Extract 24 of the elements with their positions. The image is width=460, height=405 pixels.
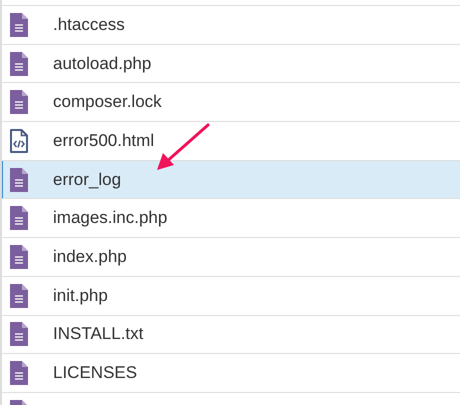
file-name: images.inc.php — [53, 208, 168, 228]
document-icon — [9, 89, 29, 116]
document-icon — [9, 282, 29, 309]
file-name: LICENSES — [53, 363, 138, 384]
document-icon — [9, 166, 29, 193]
file-name: error_log — [53, 170, 122, 190]
file-row[interactable]: error_log — [2, 160, 460, 200]
document-icon — [9, 50, 29, 77]
code-file-icon — [9, 128, 29, 154]
file-row[interactable]: INSTALL.txt — [2, 316, 460, 354]
document-icon — [9, 244, 29, 270]
file-name: INSTALL.txt — [53, 324, 144, 344]
file-name: autoload.php — [53, 54, 152, 74]
pointer-arrow — [155, 123, 211, 173]
document-icon — [9, 12, 29, 38]
file-name: .htaccess — [53, 14, 125, 35]
file-name: error500.html — [53, 130, 154, 151]
file-name: init.php — [53, 286, 108, 306]
document-icon — [9, 205, 29, 232]
file-row[interactable]: autoload.php — [2, 44, 460, 84]
file-name: composer.lock — [53, 92, 162, 112]
document-icon — [9, 360, 29, 386]
file-name: index.php — [53, 246, 127, 267]
document-icon — [9, 321, 29, 348]
